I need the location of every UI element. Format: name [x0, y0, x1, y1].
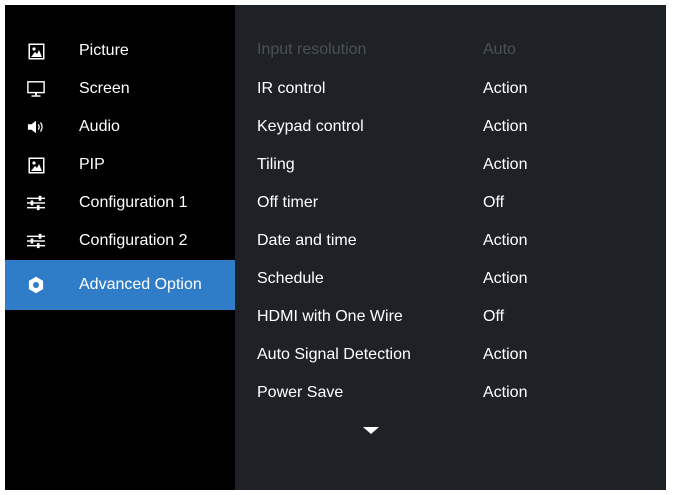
setting-row-power-save[interactable]: Power Save Action	[257, 374, 657, 412]
sidebar-item-label: Configuration 2	[79, 232, 188, 249]
sidebar-item-advanced-option[interactable]: Advanced Option	[5, 260, 235, 310]
setting-value[interactable]: Action	[483, 232, 527, 250]
setting-name: Schedule	[257, 270, 324, 287]
chevron-down-icon[interactable]	[363, 427, 379, 434]
sliders-icon	[27, 194, 45, 212]
setting-name: Tiling	[257, 156, 295, 173]
sidebar-list: Picture Screen Audio PIP Configuration 1…	[5, 32, 235, 310]
setting-name: Power Save	[257, 384, 344, 401]
setting-value[interactable]: Action	[483, 118, 527, 136]
settings-panel: Input resolution Auto IR control Action …	[235, 5, 666, 490]
osd-menu: Picture Screen Audio PIP Configuration 1…	[5, 5, 666, 490]
setting-row-schedule[interactable]: Schedule Action	[257, 260, 657, 298]
setting-value[interactable]: Action	[483, 384, 527, 402]
sliders-icon	[27, 232, 45, 250]
setting-value[interactable]: Action	[483, 80, 527, 98]
sidebar: Picture Screen Audio PIP Configuration 1…	[5, 5, 235, 490]
setting-row-hdmi-with-one-wire[interactable]: HDMI with One Wire Off	[257, 298, 657, 336]
sidebar-item-label: Advanced Option	[79, 276, 202, 293]
sidebar-item-label: Configuration 1	[79, 194, 188, 211]
sidebar-item-screen[interactable]: Screen	[5, 70, 235, 108]
sidebar-item-picture[interactable]: Picture	[5, 32, 235, 70]
setting-value[interactable]: Action	[483, 156, 527, 174]
setting-row-keypad-control[interactable]: Keypad control Action	[257, 108, 657, 146]
setting-value[interactable]: Action	[483, 270, 527, 288]
pip-icon	[27, 156, 45, 174]
setting-row-ir-control[interactable]: IR control Action	[257, 70, 657, 108]
setting-row-auto-signal-detection[interactable]: Auto Signal Detection Action	[257, 336, 657, 374]
setting-name: IR control	[257, 80, 326, 97]
setting-value[interactable]: Action	[483, 346, 527, 364]
gear-icon	[27, 276, 45, 294]
setting-value[interactable]: Off	[483, 194, 504, 212]
picture-icon	[27, 42, 45, 60]
setting-name: Auto Signal Detection	[257, 346, 411, 363]
setting-row-input-resolution: Input resolution Auto	[257, 31, 657, 69]
monitor-icon	[27, 80, 45, 98]
speaker-icon	[27, 118, 45, 136]
sidebar-item-configuration-1[interactable]: Configuration 1	[5, 184, 235, 222]
setting-name: Date and time	[257, 232, 357, 249]
sidebar-item-audio[interactable]: Audio	[5, 108, 235, 146]
setting-row-off-timer[interactable]: Off timer Off	[257, 184, 657, 222]
sidebar-item-pip[interactable]: PIP	[5, 146, 235, 184]
setting-row-date-and-time[interactable]: Date and time Action	[257, 222, 657, 260]
sidebar-item-configuration-2[interactable]: Configuration 2	[5, 222, 235, 260]
sidebar-item-label: Picture	[79, 42, 129, 59]
setting-value: Auto	[483, 41, 516, 58]
sidebar-item-label: Screen	[79, 80, 130, 97]
setting-name: Keypad control	[257, 118, 364, 135]
sidebar-item-label: PIP	[79, 156, 105, 173]
setting-value[interactable]: Off	[483, 308, 504, 326]
setting-name: Input resolution	[257, 41, 367, 58]
setting-name: HDMI with One Wire	[257, 308, 403, 325]
setting-row-tiling[interactable]: Tiling Action	[257, 146, 657, 184]
setting-name: Off timer	[257, 194, 319, 211]
sidebar-item-label: Audio	[79, 118, 120, 135]
